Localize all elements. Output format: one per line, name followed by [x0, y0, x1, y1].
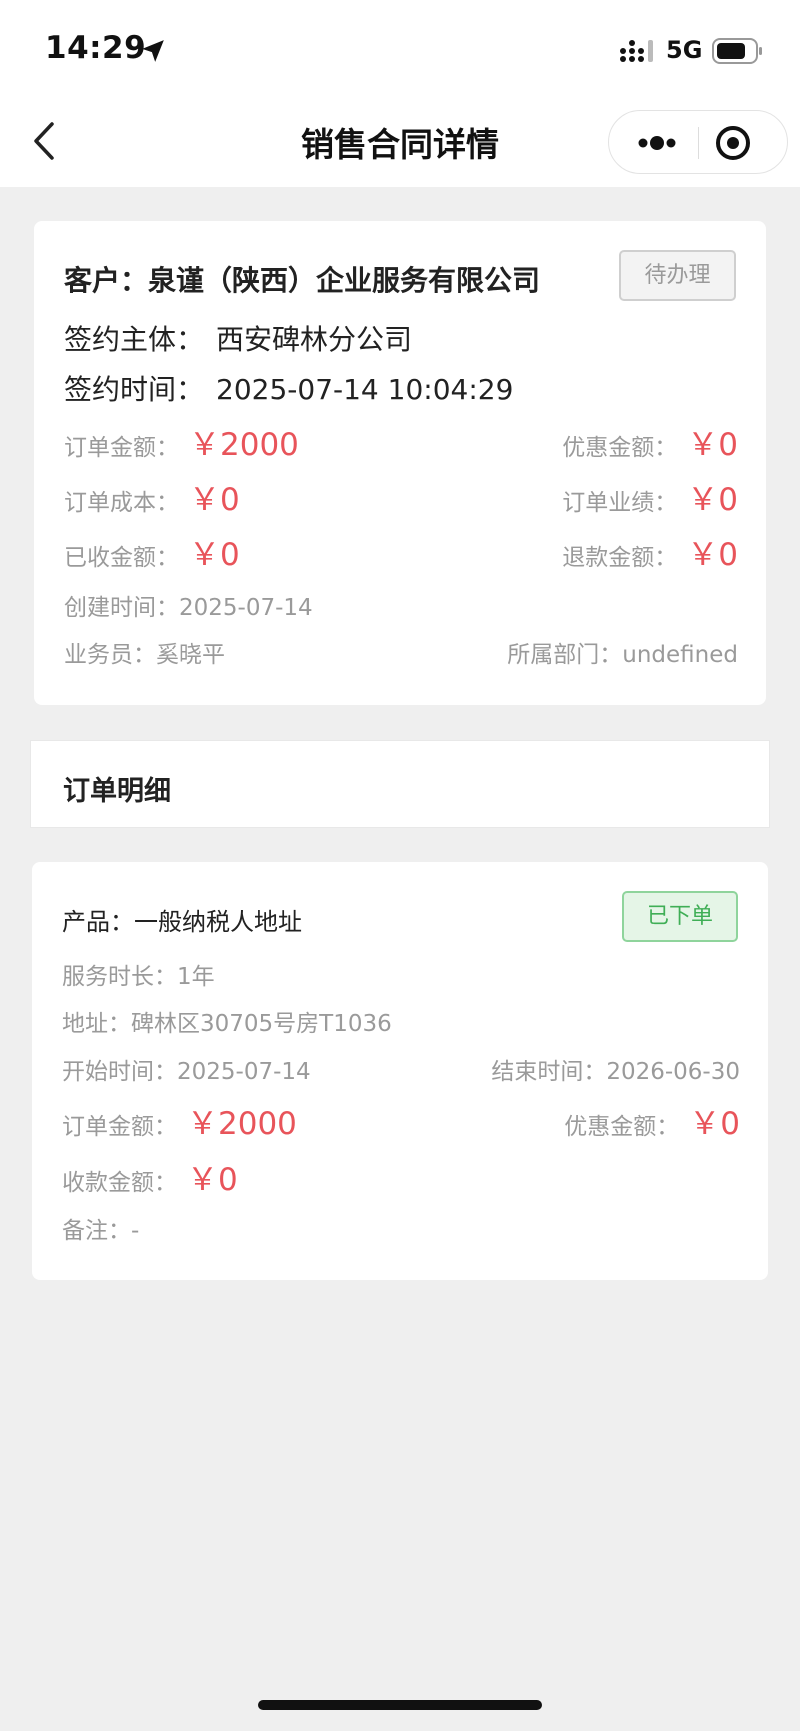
department-label: 所属部门： — [507, 642, 623, 668]
received-row: 已收金额： ￥0 — [64, 529, 240, 574]
product-value: 一般纳税人地址 — [134, 908, 302, 936]
close-target-icon[interactable] — [713, 123, 753, 163]
status-badge-ordered: 已下单 — [622, 891, 738, 942]
contract-card: 客户： 泉谨（陕西）企业服务有限公司 待办理 签约主体： 西安碑林分公司 签约时… — [34, 221, 766, 705]
cost-value: ￥0 — [189, 482, 240, 518]
department-value: undefined — [622, 642, 738, 668]
product-row: 产品： 一般纳税人地址 — [62, 902, 302, 937]
end-value: 2026-06-30 — [606, 1059, 740, 1085]
sign-time-row: 签约时间： 2025-07-14 10:04:29 — [64, 368, 513, 408]
department-row: 所属部门： undefined — [507, 635, 738, 669]
nav-bar: 销售合同详情 — [0, 96, 800, 187]
cost-label: 订单成本： — [64, 490, 179, 516]
product-label: 产品： — [62, 908, 134, 936]
customer-name: 泉谨（陕西）企业服务有限公司 — [148, 264, 541, 297]
item-amount-value: ￥2000 — [187, 1106, 297, 1142]
order-amount-value: ￥2000 — [189, 427, 299, 463]
end-label: 结束时间： — [491, 1059, 607, 1085]
status-bar: 14:29 5G — [0, 0, 800, 96]
start-label: 开始时间： — [62, 1059, 177, 1085]
item-amount-row: 订单金额： ￥2000 — [62, 1098, 297, 1143]
performance-row: 订单业绩： ￥0 — [562, 474, 738, 519]
duration-label: 服务时长： — [62, 964, 177, 990]
discount-row: 优惠金额： ￥0 — [562, 419, 738, 464]
item-discount-label: 优惠金额： — [564, 1114, 680, 1140]
start-value: 2025-07-14 — [177, 1059, 311, 1085]
refund-row: 退款金额： ￥0 — [562, 529, 738, 574]
entity-label: 签约主体： — [64, 323, 205, 356]
network-type: 5G — [666, 36, 703, 64]
remark-label: 备注： — [62, 1218, 131, 1244]
order-amount-row: 订单金额： ￥2000 — [64, 419, 299, 464]
received-value: ￥0 — [189, 537, 240, 573]
salesperson-label: 业务员： — [64, 642, 156, 668]
entity-row: 签约主体： 西安碑林分公司 — [64, 318, 412, 358]
customer-row: 客户： 泉谨（陕西）企业服务有限公司 — [64, 259, 540, 299]
order-amount-label: 订单金额： — [64, 435, 179, 461]
address-row: 地址： 碑林区30705号房T1036 — [62, 1004, 392, 1038]
cost-row: 订单成本： ￥0 — [64, 474, 240, 519]
refund-value: ￥0 — [687, 537, 738, 573]
received-label: 已收金额： — [64, 545, 179, 571]
performance-value: ￥0 — [687, 482, 738, 518]
collected-label: 收款金额： — [62, 1170, 177, 1196]
status-time: 14:29 — [45, 30, 147, 66]
item-discount-row: 优惠金额： ￥0 — [564, 1098, 740, 1143]
end-row: 结束时间： 2026-06-30 — [491, 1052, 740, 1086]
collected-value: ￥0 — [187, 1162, 238, 1198]
customer-label: 客户： — [64, 264, 149, 297]
sign-time-value: 2025-07-14 10:04:29 — [216, 373, 514, 406]
created-row: 创建时间： 2025-07-14 — [64, 588, 313, 622]
created-value: 2025-07-14 — [179, 595, 313, 621]
signal-icon — [620, 40, 653, 62]
home-indicator[interactable] — [258, 1700, 542, 1710]
discount-value: ￥0 — [687, 427, 738, 463]
more-dots-icon[interactable] — [623, 121, 691, 165]
duration-row: 服务时长： 1年 — [62, 957, 215, 991]
collected-row: 收款金额： ￥0 — [62, 1154, 238, 1199]
order-detail-header: 订单明细 — [30, 740, 770, 828]
start-row: 开始时间： 2025-07-14 — [62, 1052, 311, 1086]
section-title: 订单明细 — [63, 776, 171, 807]
remark-value: - — [131, 1218, 140, 1244]
remark-row: 备注： - — [62, 1211, 139, 1245]
miniprogram-capsule — [608, 110, 788, 174]
duration-value: 1年 — [177, 964, 215, 990]
order-item-card[interactable]: 产品： 一般纳税人地址 已下单 服务时长： 1年 地址： 碑林区30705号房T… — [32, 862, 768, 1280]
capsule-divider — [698, 127, 699, 159]
status-badge-pending: 待办理 — [619, 250, 736, 301]
address-label: 地址： — [62, 1011, 131, 1037]
created-label: 创建时间： — [64, 595, 179, 621]
item-amount-label: 订单金额： — [62, 1114, 177, 1140]
address-value: 碑林区30705号房T1036 — [131, 1011, 392, 1037]
discount-label: 优惠金额： — [562, 435, 678, 461]
performance-label: 订单业绩： — [562, 490, 678, 516]
sign-time-label: 签约时间： — [64, 373, 205, 406]
location-arrow-icon — [142, 40, 164, 62]
entity-value: 西安碑林分公司 — [216, 323, 413, 356]
salesperson-value: 奚晓平 — [156, 642, 225, 668]
battery-icon — [712, 38, 762, 64]
item-discount-value: ￥0 — [689, 1106, 740, 1142]
salesperson-row: 业务员： 奚晓平 — [64, 635, 225, 669]
refund-label: 退款金额： — [562, 545, 678, 571]
